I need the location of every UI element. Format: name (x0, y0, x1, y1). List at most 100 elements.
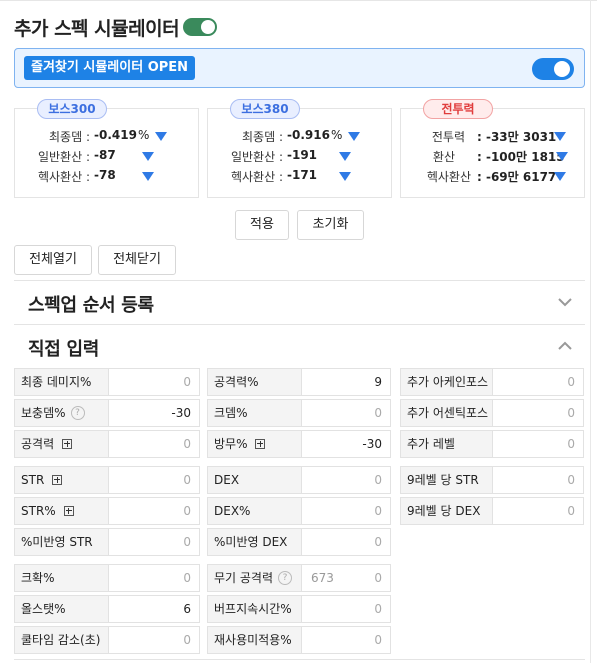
field-label-text: 재사용미적용% (214, 633, 292, 647)
favorites-toggle[interactable] (532, 58, 574, 80)
field-label: 추가 어센틱포스 (400, 399, 493, 427)
field-label-text: 방무% (214, 437, 248, 451)
combat-power-badge: 전투력 (423, 99, 493, 119)
field-label: STR% (14, 497, 109, 525)
field-label-text: 보충뎀% (21, 406, 66, 420)
plus-box-icon[interactable] (63, 505, 74, 516)
field-input[interactable]: 0 (492, 399, 584, 427)
field-label-text: DEX% (214, 504, 251, 518)
field-input[interactable]: 0 (301, 595, 391, 623)
toggle-knob (201, 20, 215, 34)
field-label: 방무% (207, 430, 302, 458)
field-label-text: STR% (21, 504, 56, 518)
boss380-card: 보스380 최종뎀 : -0.916 % 일반환산 : -191 헥사환산 : … (207, 99, 393, 198)
field-label: 추가 아케인포스 (400, 368, 493, 396)
field-label-text: 쿨타임 감소(초) (21, 633, 101, 647)
field-label: 공격력% (207, 368, 302, 396)
favorites-open-button[interactable]: 즐겨찾기 시뮬레이터 OPEN (24, 56, 196, 80)
card-row: 헥사환산 : -69만 6177 (401, 168, 586, 186)
field-label: STR (14, 466, 109, 494)
field-label: DEX (207, 466, 302, 494)
chevron-down-icon[interactable] (557, 297, 573, 307)
field-input[interactable]: 0 (108, 430, 200, 458)
field-label: 버프지속시간% (207, 595, 302, 623)
field-input[interactable]: 0 (301, 497, 391, 525)
help-icon[interactable]: ? (278, 570, 293, 585)
card-row: 헥사환산 : -171 (208, 168, 393, 186)
divider (14, 324, 585, 325)
spec-order-heading[interactable]: 스펙업 순서 등록 (28, 291, 154, 317)
down-triangle-icon (554, 132, 566, 141)
card-row: 일반환산 : -87 (15, 148, 200, 166)
combat-power-card: 전투력 전투력 : -33만 3031 환산 : -100만 1815 헥사환산… (400, 99, 586, 198)
field-label-text: 올스탯% (21, 602, 66, 616)
field-label-text: 추가 레벨 (407, 437, 455, 451)
field-input[interactable]: 0 (108, 466, 200, 494)
boss380-badge: 보스380 (230, 99, 300, 119)
down-triangle-icon (339, 172, 351, 181)
down-triangle-icon (142, 172, 154, 181)
field-input[interactable]: 9 (301, 368, 391, 396)
field-input[interactable]: 0 (301, 626, 391, 654)
down-triangle-icon (556, 152, 568, 161)
field-label: 추가 레벨 (400, 430, 493, 458)
divider (14, 659, 585, 660)
expand-all-button[interactable]: 전체열기 (14, 245, 92, 275)
field-input[interactable]: 0 (108, 497, 200, 525)
field-input[interactable]: 0 (492, 497, 584, 525)
plus-box-icon[interactable] (255, 438, 266, 449)
field-input[interactable]: -30 (108, 399, 200, 427)
field-input[interactable]: -30 (301, 430, 391, 458)
toggle-knob (554, 61, 570, 77)
down-triangle-icon (554, 172, 566, 181)
direct-input-heading[interactable]: 직접 입력 (28, 335, 99, 361)
field-label: 최종 데미지% (14, 368, 109, 396)
field-input[interactable]: 0 (108, 528, 200, 556)
collapse-all-button[interactable]: 전체닫기 (98, 245, 176, 275)
field-label: DEX% (207, 497, 302, 525)
field-label-text: 크확% (21, 571, 55, 585)
card-row: 헥사환산 : -78 (15, 168, 200, 186)
simulator-toggle[interactable] (183, 18, 217, 36)
field-label-text: DEX (214, 473, 240, 487)
down-triangle-icon (155, 132, 167, 141)
field-input[interactable]: 0 (492, 368, 584, 396)
top-border (0, 0, 597, 1)
field-input[interactable]: 0 (492, 466, 584, 494)
card-row: 최종뎀 : -0.419 % (15, 128, 200, 146)
field-label-text: 추가 아케인포스 (407, 375, 489, 389)
field-input[interactable]: 0 (108, 626, 200, 654)
page-title: 추가 스펙 시뮬레이터 (14, 18, 180, 40)
field-label-text: 크뎀% (214, 406, 248, 420)
chevron-up-icon[interactable] (557, 341, 573, 351)
right-border (590, 0, 591, 663)
field-label: %미반영 DEX (207, 528, 302, 556)
field-label-text: 공격력% (214, 375, 259, 389)
field-label-text: 9레벨 당 DEX (407, 504, 481, 518)
help-icon[interactable]: ? (70, 405, 85, 420)
boss300-card: 보스300 최종뎀 : -0.419 % 일반환산 : -87 헥사환산 : -… (14, 99, 200, 198)
field-label-text: 9레벨 당 STR (407, 473, 479, 487)
field-input[interactable]: 0 (301, 399, 391, 427)
down-triangle-icon (142, 152, 154, 161)
apply-button[interactable]: 적용 (235, 210, 289, 240)
field-input[interactable]: 0 (108, 564, 200, 592)
plus-box-icon[interactable] (52, 474, 63, 485)
reset-button[interactable]: 초기화 (297, 210, 364, 240)
field-input[interactable]: 0 (108, 368, 200, 396)
card-row: 환산 : -100만 1815 (401, 148, 586, 166)
field-label-text: %미반영 DEX (214, 535, 288, 549)
field-label-text: 추가 어센틱포스 (407, 406, 489, 420)
field-label: 크뎀% (207, 399, 302, 427)
field-input[interactable]: 6 (108, 595, 200, 623)
field-label: 크확% (14, 564, 109, 592)
field-label: 무기 공격력? (207, 564, 302, 592)
field-input[interactable]: 0 (301, 466, 391, 494)
field-label: %미반영 STR (14, 528, 109, 556)
field-input[interactable]: 0 (492, 430, 584, 458)
plus-box-icon[interactable] (62, 438, 73, 449)
field-label-text: 최종 데미지% (21, 375, 92, 389)
field-input[interactable]: 0 (301, 528, 391, 556)
field-label: 보충뎀%? (14, 399, 109, 427)
boss300-badge: 보스300 (37, 99, 107, 119)
